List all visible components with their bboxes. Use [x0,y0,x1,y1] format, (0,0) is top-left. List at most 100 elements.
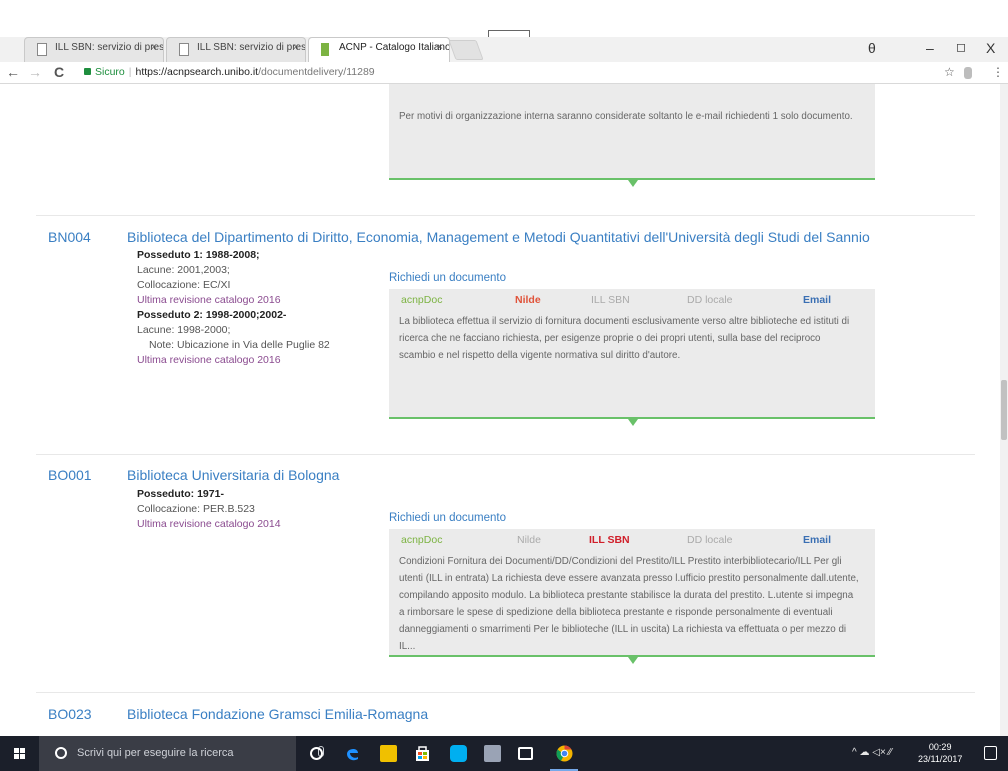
url-path: /documentdelivery/11289 [258,66,375,78]
method-nilde: Nilde [517,534,541,546]
row-divider [36,215,975,216]
page-icon [179,43,189,56]
tab-ill-sbn-1[interactable]: ILL SBN: servizio di prest × [24,37,164,62]
panel-text: La biblioteca effettua il servizio di fo… [389,311,875,364]
panel-arrow-icon [628,180,638,187]
separator: | [128,66,132,78]
edge-icon[interactable] [344,745,361,762]
reload-button[interactable]: C [54,64,64,80]
panel-arrow-icon [628,419,638,426]
library-code[interactable]: BO023 [48,706,92,722]
holdings-bo001: Posseduto: 1971- Collocazione: PER.B.523… [137,487,281,532]
panel-line: Condizioni Fornitura dei Documenti/DD/Co… [399,556,842,567]
panel-line: ricerca che ne facciano richiesta, per e… [399,333,821,344]
delivery-methods: acnpDoc Nilde ILL SBN DD locale Email [389,529,875,551]
panel-line: a rimborsare le spese di spedizione dell… [399,607,833,618]
tab-label: ILL SBN: servizio di prest [55,42,164,53]
row-divider [36,692,975,693]
holding-note: Note: Ubicazione in Via delle Puglie 82 [149,339,330,351]
clock-time: 00:29 [928,742,952,752]
notification-center-icon[interactable] [984,746,997,760]
skype-icon[interactable] [450,745,467,762]
address-bar: ← → C Sicuro | https://acnpsearch.unibo.it… [0,62,1008,84]
url-host: https://acnpsearch.unibo.it [135,66,259,78]
mail-icon[interactable] [518,747,533,760]
close-window-button[interactable]: X [986,40,995,56]
close-icon[interactable]: × [293,42,299,53]
new-tab-button[interactable] [448,40,484,60]
chrome-icon[interactable] [556,745,573,762]
windows-start-icon[interactable] [14,748,26,760]
store-icon[interactable] [414,745,431,762]
panel-line: danneggiamenti o smarrimenti Per le bibl… [399,624,847,652]
row-divider [36,454,975,455]
method-acnpdoc[interactable]: acnpDoc [401,534,442,546]
holding-revision-link[interactable]: Ultima revisione catalogo 2016 [137,353,330,368]
page-icon [37,43,47,56]
holding-title: Posseduto 1: 1988-2008; [137,249,260,261]
task-view-icon[interactable] [310,747,323,760]
holding-location: Collocazione: EC/XI [137,279,231,291]
method-dd-locale: DD locale [687,534,733,546]
tab-acnp[interactable]: ACNP - Catalogo Italiano × [308,37,450,62]
file-explorer-icon[interactable] [380,745,397,762]
library-code[interactable]: BO001 [48,467,92,483]
tab-label: ILL SBN: servizio di prest [197,42,306,53]
forward-button[interactable]: → [28,64,42,80]
library-name[interactable]: Biblioteca Universitaria di Bologna [127,467,339,483]
panel-text: Per motivi di organizzazione interna sar… [399,111,853,122]
panel-arrow-icon [628,657,638,664]
method-acnpdoc[interactable]: acnpDoc [401,294,442,306]
tab-bar: ILL SBN: servizio di prest × ILL SBN: se… [0,37,1008,62]
profile-icon[interactable]: θ [868,40,876,56]
request-document-link[interactable]: Richiedi un documento [389,272,506,284]
bookmark-star-icon[interactable]: ☆ [944,65,955,79]
delivery-panel-bo001: acnpDoc Nilde ILL SBN DD locale Email Co… [389,529,875,664]
lock-icon [84,68,91,75]
chrome-menu-icon[interactable]: ⋮ [992,65,1004,79]
vertical-scrollbar[interactable] [1000,84,1008,736]
cortana-icon [55,747,67,759]
method-ill-sbn: ILL SBN [591,294,630,306]
search-placeholder: Scrivi qui per eseguire la ricerca [77,747,234,759]
url-input[interactable]: Sicuro | https://acnpsearch.unibo.it/docum… [84,64,936,82]
library-name[interactable]: Biblioteca del Dipartimento di Diritto, … [127,229,870,245]
system-tray[interactable]: ^ ☁ ◁× ⁄⁄ [852,747,892,758]
holding-revision-link[interactable]: Ultima revisione catalogo 2016 [137,293,330,308]
holding-title: Posseduto 2: 1998-2000;2002- [137,309,287,321]
maximize-button[interactable]: ◻ [956,40,966,54]
scrollbar-thumb[interactable] [1001,380,1007,440]
holdings-bn004: Posseduto 1: 1988-2008; Lacune: 2001,200… [137,248,330,368]
method-email[interactable]: Email [803,294,831,306]
notepad-icon[interactable] [484,745,501,762]
minimize-button[interactable]: – [926,40,934,56]
close-icon[interactable]: × [151,42,157,53]
delivery-methods: acnpDoc Nilde ILL SBN DD locale Email [389,289,875,311]
method-email[interactable]: Email [803,534,831,546]
panel-line: compilando apposito modulo. La bibliotec… [399,590,854,601]
panel-line: La biblioteca effettua il servizio di fo… [399,316,850,327]
acnp-favicon-icon [321,43,329,56]
extension-icon[interactable] [964,67,972,79]
method-nilde[interactable]: Nilde [515,294,541,306]
library-code[interactable]: BN004 [48,229,91,245]
holding-gaps: Lacune: 2001,2003; [137,264,230,276]
holding-revision-link[interactable]: Ultima revisione catalogo 2014 [137,517,281,532]
page-content: Per motivi di organizzazione interna sar… [0,84,1000,736]
method-dd-locale: DD locale [687,294,733,306]
request-document-link[interactable]: Richiedi un documento [389,512,506,524]
taskbar-search-box[interactable]: Scrivi qui per eseguire la ricerca [39,736,324,771]
panel-line: scambio e nel rispetto della vigente nor… [399,350,681,361]
delivery-panel-previous: Per motivi di organizzazione interna sar… [389,84,875,187]
secure-label: Sicuro [95,66,125,78]
back-button[interactable]: ← [6,64,20,80]
windows-taskbar: Scrivi qui per eseguire la ricerca ^ ☁ ◁… [0,736,1008,771]
clock-date: 23/11/2017 [918,754,963,764]
panel-line: utenti (ILL in entrata) La richiesta dev… [399,573,859,584]
close-icon[interactable]: × [437,42,443,53]
system-clock[interactable]: 00:29 23/11/2017 [918,741,962,765]
tab-ill-sbn-2[interactable]: ILL SBN: servizio di prest × [166,37,306,62]
holding-gaps: Lacune: 1998-2000; [137,324,231,336]
library-name[interactable]: Biblioteca Fondazione Gramsci Emilia-Rom… [127,706,428,722]
method-ill-sbn[interactable]: ILL SBN [589,534,630,546]
